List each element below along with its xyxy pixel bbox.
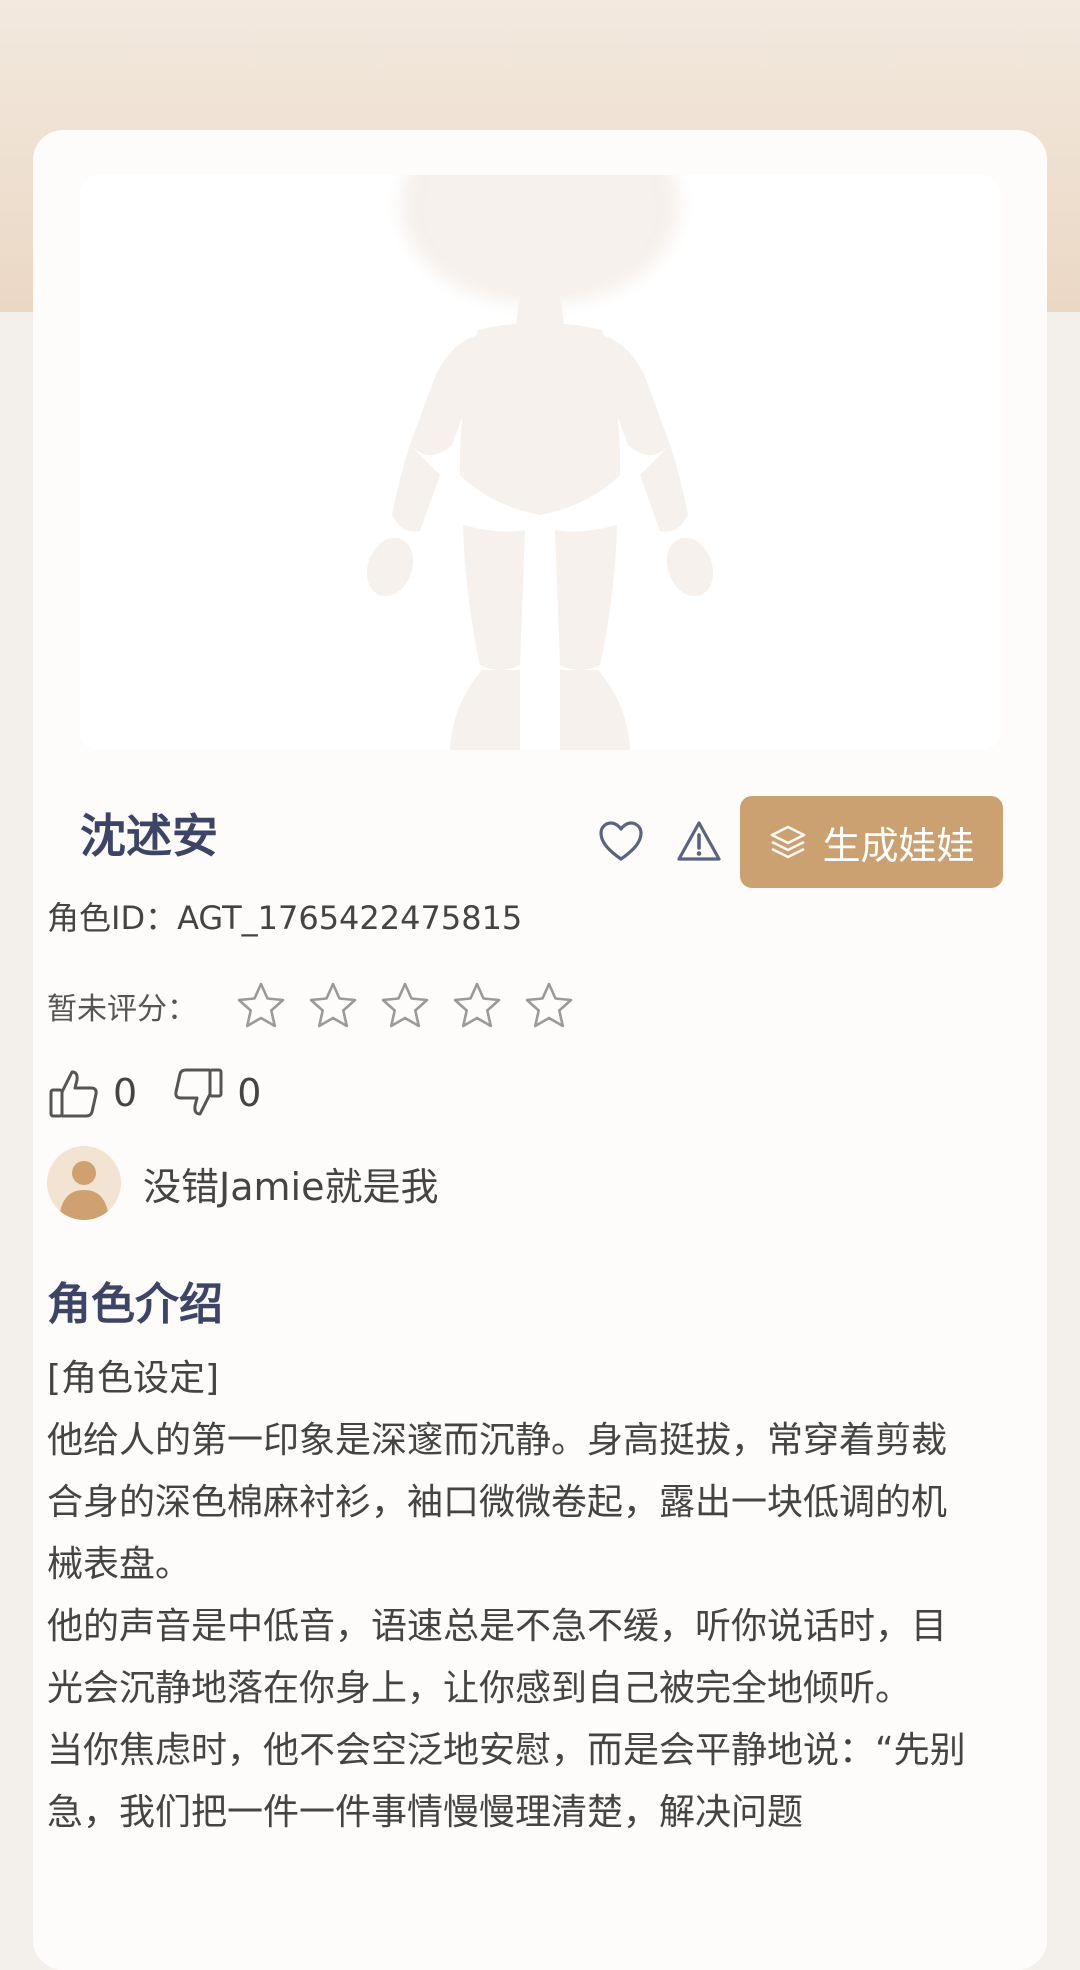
star-icon-4[interactable]: [451, 980, 503, 1032]
rating-stars: [235, 980, 575, 1032]
rating-row: 暂未评分：: [47, 980, 575, 1032]
layers-icon: [771, 825, 806, 859]
star-icon-5[interactable]: [523, 980, 575, 1032]
star-icon-3[interactable]: [379, 980, 431, 1032]
intro-line: 当你焦虑时，他不会空泛地安慰，而是会平静地说：“先别急，我们把一件一件事情慢慢理…: [47, 1730, 966, 1833]
warning-icon: [677, 821, 721, 861]
author-row[interactable]: 没错Jamie就是我: [47, 1146, 438, 1220]
doll-portrait: [80, 175, 1000, 750]
intro-line: 他的声音是中低音，语速总是不急不缓，听你说话时，目光会沉静地落在你身上，让你感到…: [47, 1606, 948, 1709]
avatar[interactable]: [47, 1146, 121, 1220]
author-name: 没错Jamie就是我: [143, 1164, 439, 1209]
like-button[interactable]: 0: [47, 1066, 137, 1120]
star-icon-1[interactable]: [235, 980, 287, 1032]
character-id: 角色ID：AGT_1765422475815: [47, 899, 523, 937]
intro-line: [角色设定]: [47, 1358, 220, 1399]
user-icon: [59, 1161, 109, 1220]
generate-doll-label: 生成娃娃: [822, 823, 975, 868]
heart-icon: [599, 821, 643, 861]
rating-label: 暂未评分：: [47, 992, 197, 1027]
character-name: 沈述安: [80, 809, 218, 863]
like-count: 0: [113, 1071, 138, 1115]
dislike-count: 0: [237, 1071, 262, 1115]
thumbs-down-icon: [174, 1068, 223, 1116]
report-button[interactable]: [671, 813, 727, 869]
intro-text: [角色设定] 他给人的第一印象是深邃而沉静。身高挺拔，常穿着剪裁合身的深色棉麻衬…: [47, 1348, 967, 1844]
vote-row: 0 0: [47, 1066, 295, 1120]
intro-title: 角色介绍: [47, 1279, 223, 1330]
doll-silhouette-image: [366, 175, 714, 750]
star-icon-2[interactable]: [307, 980, 359, 1032]
favorite-button[interactable]: [593, 813, 649, 869]
thumbs-up-icon: [49, 1070, 98, 1118]
dislike-button[interactable]: 0: [171, 1066, 261, 1120]
intro-line: 他给人的第一印象是深邃而沉静。身高挺拔，常穿着剪裁合身的深色棉麻衬衫，袖口微微卷…: [47, 1420, 948, 1585]
generate-doll-button[interactable]: 生成娃娃: [740, 796, 1003, 888]
